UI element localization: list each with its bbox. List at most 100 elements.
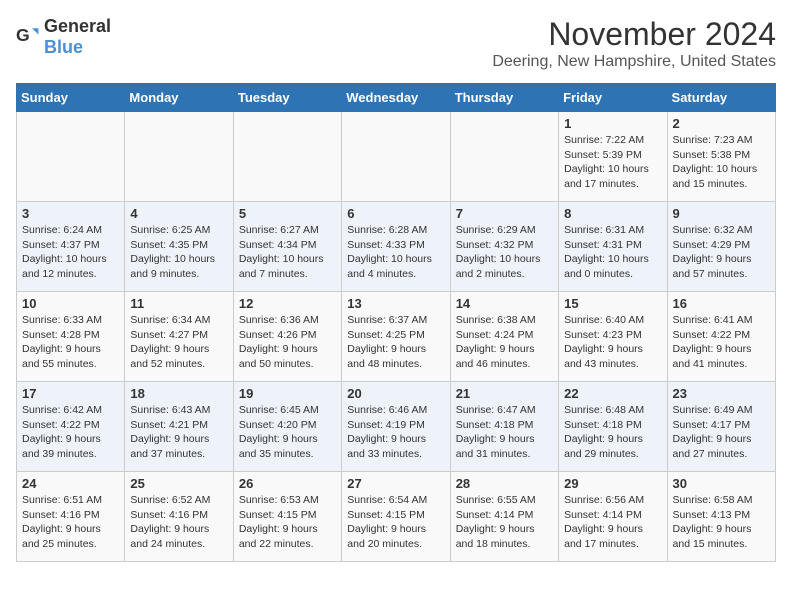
day-number: 3 [22,206,119,221]
day-number: 8 [564,206,661,221]
week-row-4: 24Sunrise: 6:51 AMSunset: 4:16 PMDayligh… [17,472,776,562]
day-cell: 10Sunrise: 6:33 AMSunset: 4:28 PMDayligh… [17,292,125,382]
day-number: 5 [239,206,336,221]
day-cell: 14 Sunrise: 6:38 AMSunset: 4:24 PMDayligh… [450,292,558,382]
day-info: Sunrise: 6:41 AMSunset: 4:22 PMDaylight:… [673,313,770,372]
header-row: SundayMondayTuesdayWednesdayThursdayFrid… [17,84,776,112]
day-info: Sunrise: 6:24 AMSunset: 4:37 PMDaylight:… [22,223,119,282]
logo: G General Blue [16,16,111,58]
day-info: Sunrise: 6:40 AMSunset: 4:23 PMDaylight:… [564,313,661,372]
calendar-table: SundayMondayTuesdayWednesdayThursdayFrid… [16,83,776,562]
day-cell: 3 Sunrise: 6:24 AMSunset: 4:37 PMDaylight… [17,202,125,292]
title-area: November 2024 Deering, New Hampshire, Un… [492,16,776,71]
day-info: Sunrise: 6:28 AMSunset: 4:33 PMDaylight:… [347,223,444,282]
logo-general-text: General [44,16,111,36]
day-number: 12 [239,296,336,311]
day-number: 13 [347,296,444,311]
day-number: 29 [564,476,661,491]
day-number: 9 [673,206,770,221]
day-cell: 13 Sunrise: 6:37 AMSunset: 4:25 PMDayligh… [342,292,450,382]
week-row-0: 1 Sunrise: 7:22 AMSunset: 5:39 PMDaylight… [17,112,776,202]
day-cell: 29 Sunrise: 6:56 AMSunset: 4:14 PMDayligh… [559,472,667,562]
day-info: Sunrise: 6:46 AMSunset: 4:19 PMDaylight:… [347,403,444,462]
day-cell: 5 Sunrise: 6:27 AMSunset: 4:34 PMDaylight… [233,202,341,292]
day-info: Sunrise: 6:53 AMSunset: 4:15 PMDaylight:… [239,493,336,552]
day-number: 16 [673,296,770,311]
col-header-monday: Monday [125,84,233,112]
day-info: Sunrise: 6:29 AMSunset: 4:32 PMDaylight:… [456,223,553,282]
day-cell [233,112,341,202]
day-number: 11 [130,296,227,311]
day-number: 10 [22,296,119,311]
day-number: 15 [564,296,661,311]
day-cell: 30 Sunrise: 6:58 AMSunset: 4:13 PMDayligh… [667,472,775,562]
week-row-2: 10Sunrise: 6:33 AMSunset: 4:28 PMDayligh… [17,292,776,382]
day-cell: 22 Sunrise: 6:48 AMSunset: 4:18 PMDayligh… [559,382,667,472]
day-number: 14 [456,296,553,311]
day-number: 18 [130,386,227,401]
day-cell [342,112,450,202]
day-cell: 23Sunrise: 6:49 AMSunset: 4:17 PMDayligh… [667,382,775,472]
subtitle: Deering, New Hampshire, United States [492,53,776,71]
day-number: 19 [239,386,336,401]
day-info: Sunrise: 6:51 AMSunset: 4:16 PMDaylight:… [22,493,119,552]
day-cell: 8 Sunrise: 6:31 AMSunset: 4:31 PMDaylight… [559,202,667,292]
day-info: Sunrise: 6:52 AMSunset: 4:16 PMDaylight:… [130,493,227,552]
day-info: Sunrise: 6:54 AMSunset: 4:15 PMDaylight:… [347,493,444,552]
col-header-tuesday: Tuesday [233,84,341,112]
week-row-3: 17 Sunrise: 6:42 AMSunset: 4:22 PMDayligh… [17,382,776,472]
day-number: 21 [456,386,553,401]
day-number: 20 [347,386,444,401]
day-cell: 16 Sunrise: 6:41 AMSunset: 4:22 PMDayligh… [667,292,775,382]
day-cell: 21 Sunrise: 6:47 AMSunset: 4:18 PMDayligh… [450,382,558,472]
col-header-wednesday: Wednesday [342,84,450,112]
week-row-1: 3 Sunrise: 6:24 AMSunset: 4:37 PMDaylight… [17,202,776,292]
day-info: Sunrise: 6:27 AMSunset: 4:34 PMDaylight:… [239,223,336,282]
logo-blue-text: Blue [44,37,83,57]
day-info: Sunrise: 6:36 AMSunset: 4:26 PMDaylight:… [239,313,336,372]
day-cell [450,112,558,202]
day-info: Sunrise: 6:56 AMSunset: 4:14 PMDaylight:… [564,493,661,552]
day-cell: 19Sunrise: 6:45 AMSunset: 4:20 PMDayligh… [233,382,341,472]
day-cell: 26Sunrise: 6:53 AMSunset: 4:15 PMDayligh… [233,472,341,562]
day-cell: 17 Sunrise: 6:42 AMSunset: 4:22 PMDayligh… [17,382,125,472]
day-info: Sunrise: 7:23 AMSunset: 5:38 PMDaylight:… [673,133,770,192]
col-header-saturday: Saturday [667,84,775,112]
day-cell: 20 Sunrise: 6:46 AMSunset: 4:19 PMDayligh… [342,382,450,472]
day-info: Sunrise: 6:47 AMSunset: 4:18 PMDaylight:… [456,403,553,462]
day-info: Sunrise: 6:48 AMSunset: 4:18 PMDaylight:… [564,403,661,462]
day-number: 17 [22,386,119,401]
col-header-friday: Friday [559,84,667,112]
day-info: Sunrise: 6:37 AMSunset: 4:25 PMDaylight:… [347,313,444,372]
day-number: 28 [456,476,553,491]
day-info: Sunrise: 6:58 AMSunset: 4:13 PMDaylight:… [673,493,770,552]
day-cell [125,112,233,202]
day-info: Sunrise: 6:32 AMSunset: 4:29 PMDaylight:… [673,223,770,282]
day-info: Sunrise: 6:34 AMSunset: 4:27 PMDaylight:… [130,313,227,372]
day-info: Sunrise: 6:31 AMSunset: 4:31 PMDaylight:… [564,223,661,282]
day-cell: 12 Sunrise: 6:36 AMSunset: 4:26 PMDayligh… [233,292,341,382]
day-cell: 7Sunrise: 6:29 AMSunset: 4:32 PMDaylight… [450,202,558,292]
svg-text:G: G [16,25,30,45]
day-cell: 27 Sunrise: 6:54 AMSunset: 4:15 PMDayligh… [342,472,450,562]
day-number: 4 [130,206,227,221]
day-number: 30 [673,476,770,491]
day-info: Sunrise: 6:25 AMSunset: 4:35 PMDaylight:… [130,223,227,282]
day-number: 22 [564,386,661,401]
day-info: Sunrise: 6:38 AMSunset: 4:24 PMDaylight:… [456,313,553,372]
day-info: Sunrise: 6:43 AMSunset: 4:21 PMDaylight:… [130,403,227,462]
day-number: 27 [347,476,444,491]
col-header-sunday: Sunday [17,84,125,112]
day-cell: 11 Sunrise: 6:34 AMSunset: 4:27 PMDayligh… [125,292,233,382]
day-info: Sunrise: 6:42 AMSunset: 4:22 PMDaylight:… [22,403,119,462]
day-cell: 6 Sunrise: 6:28 AMSunset: 4:33 PMDaylight… [342,202,450,292]
day-number: 2 [673,116,770,131]
day-info: Sunrise: 6:49 AMSunset: 4:17 PMDaylight:… [673,403,770,462]
day-number: 1 [564,116,661,131]
day-cell: 1 Sunrise: 7:22 AMSunset: 5:39 PMDaylight… [559,112,667,202]
day-cell: 18 Sunrise: 6:43 AMSunset: 4:21 PMDayligh… [125,382,233,472]
day-number: 6 [347,206,444,221]
col-header-thursday: Thursday [450,84,558,112]
day-cell: 2 Sunrise: 7:23 AMSunset: 5:38 PMDaylight… [667,112,775,202]
day-info: Sunrise: 7:22 AMSunset: 5:39 PMDaylight:… [564,133,661,192]
